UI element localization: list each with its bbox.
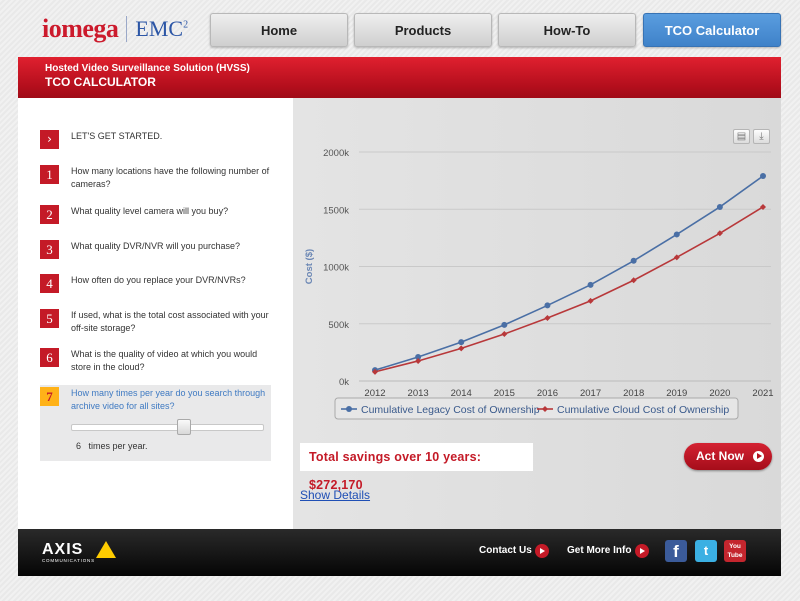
step-label: What quality level camera will you buy? xyxy=(71,206,229,216)
youtube-icon[interactable]: You Tube xyxy=(724,540,746,562)
step-number: 7 xyxy=(40,387,59,406)
step-2[interactable]: 2 What quality level camera will you buy… xyxy=(40,205,271,224)
step-number: 3 xyxy=(40,240,59,259)
iomega-logo-text: iomega xyxy=(42,14,119,43)
data-point xyxy=(544,315,551,322)
y-tick-label: 1500k xyxy=(323,205,349,216)
step-start[interactable]: › LET'S GET STARTED. xyxy=(40,130,271,149)
step-label: How often do you replace your DVR/NVRs? xyxy=(71,275,246,285)
emc-logo-text: EMC2 xyxy=(135,16,189,41)
slider-handle[interactable] xyxy=(177,419,191,435)
data-point xyxy=(501,331,508,338)
data-point xyxy=(673,231,680,238)
y-tick-label: 1000k xyxy=(323,263,349,274)
series-line-0 xyxy=(374,175,764,371)
data-point xyxy=(458,339,465,346)
step-number: 1 xyxy=(40,165,59,184)
step-7-active[interactable]: 7 How many times per year do you search … xyxy=(40,385,271,461)
contact-us-link[interactable]: Contact Us xyxy=(479,545,532,556)
nav-home-button[interactable]: Home xyxy=(210,13,348,47)
step-1[interactable]: 1 How many locations have the following … xyxy=(40,165,271,191)
get-more-info-link[interactable]: Get More Info xyxy=(567,545,631,556)
y-axis-label: Cost ($) xyxy=(304,249,315,284)
act-now-button[interactable]: Act Now xyxy=(684,443,772,470)
chevron-right-icon: › xyxy=(40,130,59,149)
x-tick-label: 2016 xyxy=(537,388,558,399)
contact-arrow-icon[interactable] xyxy=(535,544,549,558)
x-tick-label: 2013 xyxy=(408,388,429,399)
step-start-label: LET'S GET STARTED. xyxy=(71,131,163,141)
axis-triangle-icon xyxy=(96,541,116,558)
step-number: 6 xyxy=(40,348,59,367)
data-point xyxy=(760,173,766,180)
y-tick-label: 500k xyxy=(328,320,349,331)
total-savings-text: Total savings over 10 years: $272,170 xyxy=(300,443,533,492)
data-point xyxy=(673,254,680,261)
more-info-arrow-icon[interactable] xyxy=(635,544,649,558)
slider-value-label: 6 times per year. xyxy=(76,441,148,451)
step-label: How many locations have the following nu… xyxy=(71,166,270,189)
search-frequency-slider[interactable] xyxy=(71,424,264,431)
x-tick-label: 2015 xyxy=(494,388,515,399)
questions-panel: › LET'S GET STARTED. 1 How many location… xyxy=(18,98,293,529)
data-point xyxy=(630,257,637,264)
step-number: 2 xyxy=(40,205,59,224)
step-label: What is the quality of video at which yo… xyxy=(71,349,258,372)
y-tick-label: 2000k xyxy=(323,148,349,159)
nav-products-button[interactable]: Products xyxy=(354,13,492,47)
legend-marker xyxy=(346,406,352,412)
data-point xyxy=(458,345,465,352)
step-label: What quality DVR/NVR will you purchase? xyxy=(71,241,241,251)
step-label: If used, what is the total cost associat… xyxy=(71,310,269,333)
chart-panel: 0k 500k 1000k 1500k 2000k 2012 2013 2014 2015 201… xyxy=(293,98,781,529)
facebook-icon[interactable]: f xyxy=(665,540,687,562)
legend-label: Cumulative Cloud Cost of Ownership xyxy=(557,404,729,416)
banner-subtitle: Hosted Video Surveillance Solution (HVSS… xyxy=(45,63,250,74)
data-point xyxy=(501,321,508,328)
play-arrow-icon xyxy=(753,451,764,462)
series-line-1 xyxy=(374,206,764,373)
x-tick-label: 2019 xyxy=(666,388,687,399)
show-details-link[interactable]: Show Details xyxy=(300,488,370,502)
y-tick-label: 0k xyxy=(339,377,349,388)
step-3[interactable]: 3 What quality DVR/NVR will you purchase… xyxy=(40,240,271,259)
step-5[interactable]: 5 If used, what is the total cost associ… xyxy=(40,309,271,335)
data-point xyxy=(587,297,594,304)
data-point xyxy=(630,277,637,284)
x-tick-label: 2014 xyxy=(451,388,472,399)
axis-logo: AXIS COMMUNICATIONS xyxy=(42,541,116,563)
iomega-emc-logo: iomega EMC2 xyxy=(42,14,188,44)
data-point xyxy=(587,281,594,288)
nav-tco-calculator-button[interactable]: TCO Calculator xyxy=(643,13,781,47)
x-tick-label: 2017 xyxy=(580,388,601,399)
data-point xyxy=(716,203,723,210)
x-tick-label: 2021 xyxy=(752,388,773,399)
x-tick-label: 2012 xyxy=(364,388,385,399)
page-banner: Hosted Video Surveillance Solution (HVSS… xyxy=(18,57,781,98)
step-number: 4 xyxy=(40,274,59,293)
page-title: TCO CALCULATOR xyxy=(45,75,156,89)
data-point xyxy=(544,302,551,309)
legend-label: Cumulative Legacy Cost of Ownership xyxy=(361,404,540,416)
download-icon[interactable]: ⤓ xyxy=(753,129,770,144)
step-6[interactable]: 6 What is the quality of video at which … xyxy=(40,348,271,374)
logo-divider xyxy=(126,16,128,42)
x-tick-label: 2020 xyxy=(709,388,730,399)
step-number: 5 xyxy=(40,309,59,328)
twitter-icon[interactable]: t xyxy=(695,540,717,562)
x-tick-label: 2018 xyxy=(623,388,644,399)
step-4[interactable]: 4 How often do you replace your DVR/NVRs… xyxy=(40,274,271,293)
nav-howto-button[interactable]: How-To xyxy=(498,13,636,47)
tco-line-chart: 0k 500k 1000k 1500k 2000k 2012 2013 2014 2015 201… xyxy=(304,148,774,420)
print-icon[interactable]: ▤ xyxy=(733,129,750,144)
footer-bar: AXIS COMMUNICATIONS Contact Us Get More … xyxy=(18,529,781,576)
